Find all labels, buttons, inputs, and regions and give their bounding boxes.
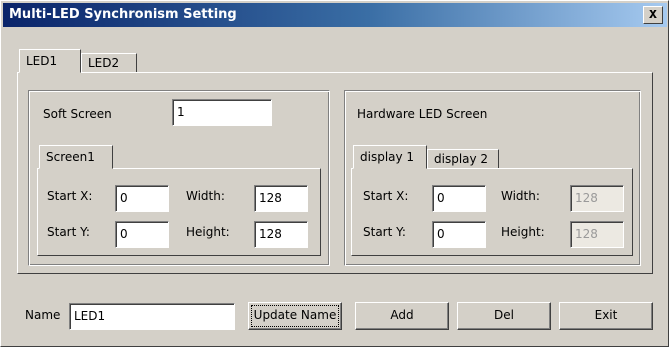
hw-width-input: 128 — [570, 185, 624, 212]
hw-start-y-input[interactable]: 0 — [432, 221, 486, 248]
tab-led2[interactable]: LED2 — [81, 53, 137, 73]
dialog-window: Multi-LED Synchronism Setting x LED1 LED… — [0, 0, 669, 347]
soft-start-y-input[interactable]: 0 — [115, 221, 169, 248]
name-label: Name — [25, 308, 61, 322]
hw-start-y-label: Start Y: — [363, 225, 406, 239]
hw-start-x-input[interactable]: 0 — [432, 185, 486, 212]
soft-height-input[interactable]: 128 — [254, 221, 308, 248]
tab-screen1[interactable]: Screen1 — [39, 145, 113, 169]
soft-start-y-label: Start Y: — [47, 225, 90, 239]
soft-screen-label: Soft Screen — [43, 107, 112, 121]
hw-height-input: 128 — [570, 221, 624, 248]
tab-display-1[interactable]: display 1 — [353, 145, 427, 169]
window-title: Multi-LED Synchronism Setting — [9, 7, 237, 22]
tab-display-2[interactable]: display 2 — [427, 149, 499, 169]
exit-button[interactable]: Exit — [559, 302, 653, 330]
hw-start-x-label: Start X: — [363, 189, 409, 203]
soft-width-label: Width: — [186, 189, 225, 203]
hw-width-label: Width: — [501, 189, 540, 203]
soft-start-x-label: Start X: — [47, 189, 93, 203]
soft-start-x-input[interactable]: 0 — [115, 185, 169, 212]
close-icon[interactable]: x — [643, 6, 663, 24]
del-button[interactable]: Del — [457, 302, 551, 330]
soft-screen-input[interactable]: 1 — [172, 99, 272, 126]
name-input[interactable]: LED1 — [69, 303, 235, 330]
tab-led1[interactable]: LED1 — [19, 49, 81, 73]
soft-width-input[interactable]: 128 — [254, 185, 308, 212]
update-name-button[interactable]: Update Name — [248, 302, 342, 330]
title-bar: Multi-LED Synchronism Setting x — [3, 3, 667, 27]
add-button[interactable]: Add — [355, 302, 449, 330]
hw-height-label: Height: — [501, 225, 545, 239]
soft-height-label: Height: — [186, 225, 230, 239]
hardware-led-label: Hardware LED Screen — [357, 107, 488, 121]
